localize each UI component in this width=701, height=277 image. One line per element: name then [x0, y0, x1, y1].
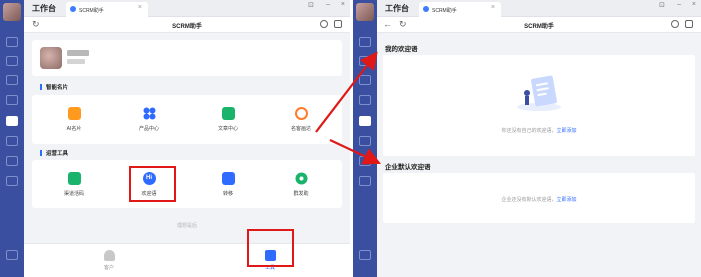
highlight-tools-tab: [247, 229, 294, 267]
item-label: 文章中心: [217, 126, 238, 132]
my-welcome-title: 我的欢迎语: [385, 46, 418, 53]
scrm-tab-icon: [70, 6, 76, 12]
contacts-icon[interactable]: [359, 75, 371, 85]
channel-code-icon: [67, 172, 81, 185]
main-content: 我的欢迎语 你还没有自己的欢迎语，立即添加 企业默认欢迎语 企业还没有默认欢迎语…: [377, 33, 701, 277]
settings-icon[interactable]: [359, 156, 371, 166]
corp-welcome-card: 企业还没有默认欢迎语，立即添加: [383, 173, 695, 223]
nav-bar: ← ↻ SCRM助手: [377, 17, 701, 33]
calendar-icon[interactable]: [359, 95, 371, 105]
user-avatar[interactable]: [3, 3, 21, 21]
workbench-icon[interactable]: [359, 116, 371, 126]
corp-welcome-empty: 企业还没有默认欢迎语，立即添加: [383, 196, 695, 203]
item-label: 转移: [222, 191, 233, 197]
item-ai-card[interactable]: AI名片: [44, 107, 104, 132]
mail-icon[interactable]: [359, 56, 371, 66]
customer-tab-icon: [103, 250, 115, 261]
item-article-center[interactable]: 文章中心: [198, 107, 258, 132]
pin-icon[interactable]: ⊡: [659, 1, 665, 9]
close-tab-icon[interactable]: ×: [491, 4, 495, 11]
customer-profile-icon: [294, 107, 308, 120]
profile-avatar: [40, 47, 62, 69]
title-bar: 工作台 SCRM助手 × ⊡ – ×: [377, 0, 701, 17]
open-external-icon[interactable]: [334, 20, 342, 28]
bottom-tab-bar: 客户 工具: [24, 243, 350, 277]
tab-label: SCRM助手: [79, 8, 104, 14]
item-label: AI名片: [66, 126, 82, 132]
main-content: 智能名片 AI名片 产品中心 文章中心 名客画达 运营工具 渠道活码 Hi 欢迎…: [24, 33, 350, 277]
add-corp-welcome-link[interactable]: 立即添加: [557, 197, 577, 203]
item-label: 名客画达: [290, 126, 311, 132]
compass-icon[interactable]: [671, 20, 679, 28]
minimize-icon[interactable]: –: [326, 1, 330, 8]
close-window-icon[interactable]: ×: [692, 1, 696, 8]
left-sidebar-rail: [353, 0, 377, 277]
item-label: 群发助: [293, 191, 309, 197]
my-welcome-empty: 你还没有自己的欢迎语，立即添加: [383, 127, 695, 134]
profile-name-blurred: [67, 50, 89, 56]
settings-icon[interactable]: [6, 156, 18, 166]
workspace-title: 工作台: [32, 4, 56, 13]
left-sidebar-rail: [0, 0, 24, 277]
section-title-ops-tools: 运营工具: [40, 149, 68, 157]
workspace-title: 工作台: [385, 4, 409, 13]
tab-customer[interactable]: 客户: [89, 250, 129, 271]
docs-icon[interactable]: [6, 136, 18, 146]
close-tab-icon[interactable]: ×: [138, 4, 142, 11]
cloud-icon[interactable]: [6, 176, 18, 186]
contacts-icon[interactable]: [6, 75, 18, 85]
page-title: SCRM助手: [172, 24, 202, 30]
highlight-welcome-item: [129, 166, 176, 202]
item-transfer[interactable]: 转移: [198, 172, 258, 197]
my-welcome-card: 你还没有自己的欢迎语，立即添加: [383, 55, 695, 156]
item-customer-profile[interactable]: 名客画达: [276, 107, 326, 132]
minimize-icon[interactable]: –: [677, 1, 681, 8]
item-label: 渠道活码: [63, 191, 84, 197]
add-my-welcome-link[interactable]: 立即添加: [557, 128, 577, 134]
nav-bar: ↻ SCRM助手: [24, 17, 350, 33]
smart-card-panel: AI名片 产品中心 文章中心 名客画达: [32, 95, 342, 144]
empty-message: 企业还没有默认欢迎语，: [501, 197, 557, 203]
transfer-icon: [221, 172, 235, 185]
empty-message: 你还没有自己的欢迎语，: [501, 128, 557, 134]
profile-card[interactable]: [32, 40, 342, 76]
item-product-center[interactable]: 产品中心: [119, 107, 179, 132]
tab-scrm[interactable]: SCRM助手 ×: [66, 2, 148, 17]
product-center-icon: [143, 107, 156, 120]
right-app-window: 工作台 SCRM助手 × ⊡ – × ← ↻ SCRM助手 我的欢迎语 你还没有…: [353, 0, 701, 277]
compass-icon[interactable]: [320, 20, 328, 28]
cloud-icon[interactable]: [359, 176, 371, 186]
chat-icon[interactable]: [359, 37, 371, 47]
article-center-icon: [221, 107, 235, 120]
left-app-window: 工作台 SCRM助手 × ⊡ – × ↻ SCRM助手 智能名片 AI名片 产品…: [0, 0, 350, 277]
docs-icon[interactable]: [359, 136, 371, 146]
empty-state-illustration: [511, 73, 567, 113]
tab-label: 客户: [103, 265, 114, 271]
section-title-smart-card: 智能名片: [40, 83, 68, 91]
footer-hint: 理想是后: [176, 223, 197, 229]
tab-scrm[interactable]: SCRM助手 ×: [419, 2, 501, 17]
user-avatar[interactable]: [356, 3, 374, 21]
menu-icon[interactable]: [6, 250, 18, 260]
open-external-icon[interactable]: [685, 20, 693, 28]
ai-card-icon: [67, 107, 81, 120]
calendar-icon[interactable]: [6, 95, 18, 105]
item-mass-send[interactable]: 群发助: [276, 172, 326, 197]
title-bar: 工作台 SCRM助手 × ⊡ – ×: [24, 0, 350, 17]
page-title: SCRM助手: [524, 24, 554, 30]
scrm-tab-icon: [423, 6, 429, 12]
mass-send-icon: [295, 172, 308, 185]
close-window-icon[interactable]: ×: [341, 1, 345, 8]
chat-icon[interactable]: [6, 37, 18, 47]
menu-icon[interactable]: [359, 250, 371, 260]
tab-label: SCRM助手: [432, 8, 457, 14]
item-channel-code[interactable]: 渠道活码: [44, 172, 104, 197]
profile-sub-blurred: [67, 59, 85, 64]
ops-tools-panel: 渠道活码 Hi 欢迎语 转移 群发助: [32, 160, 342, 208]
pin-icon[interactable]: ⊡: [308, 1, 314, 9]
corp-welcome-title: 企业默认欢迎语: [385, 164, 431, 171]
item-label: 产品中心: [138, 126, 159, 132]
workbench-icon[interactable]: [6, 116, 18, 126]
mail-icon[interactable]: [6, 56, 18, 66]
